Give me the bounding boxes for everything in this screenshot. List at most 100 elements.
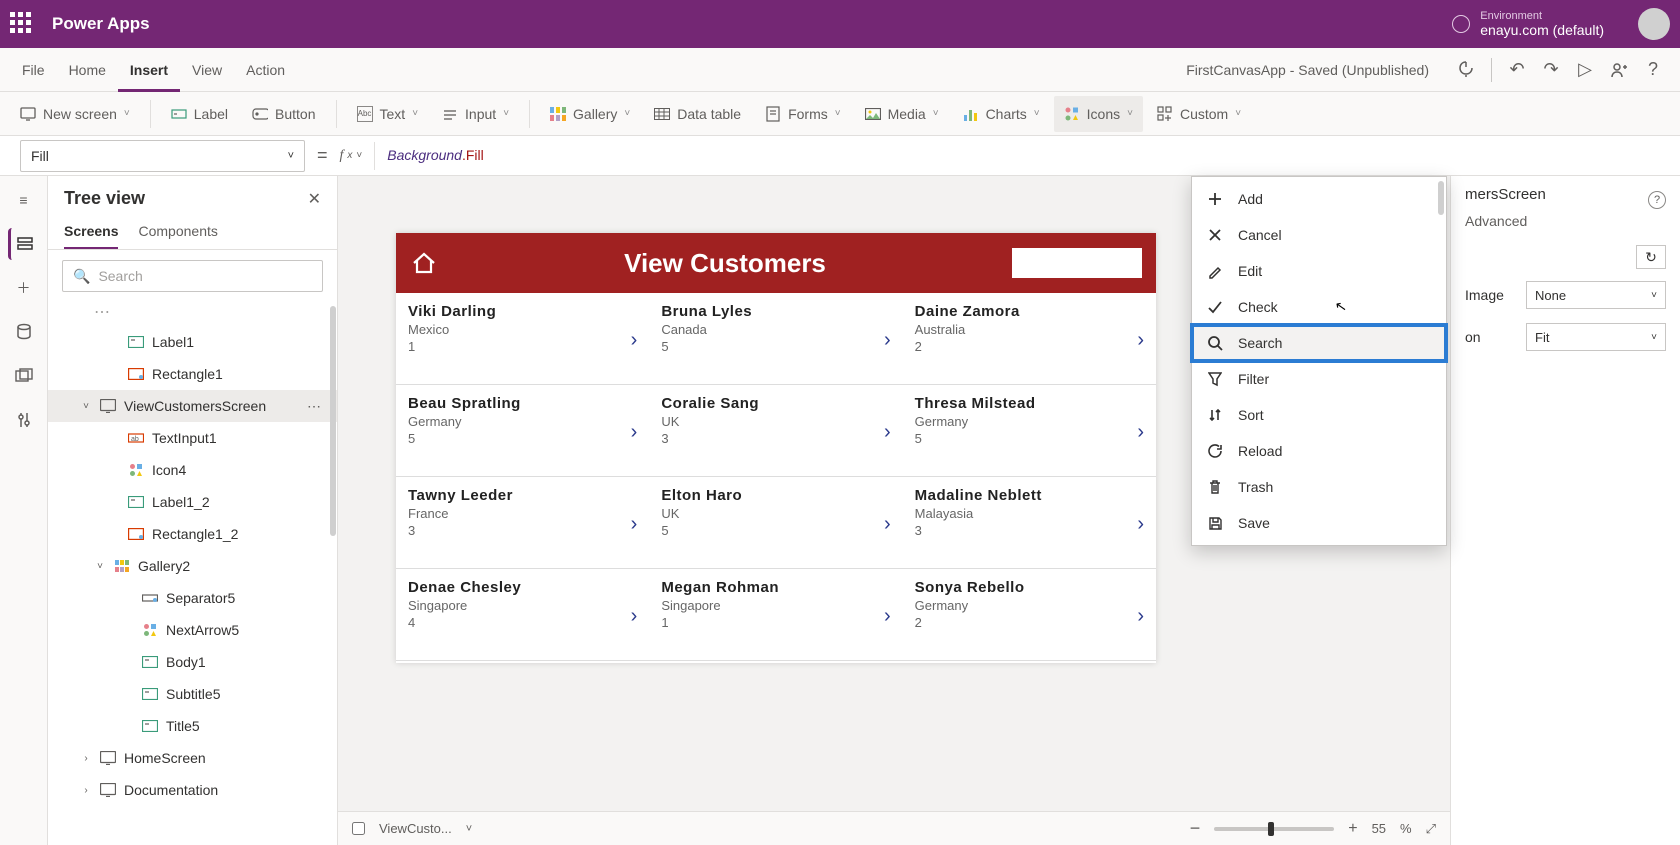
- customer-cell[interactable]: Viki Darling Mexico 1 ›: [396, 293, 649, 385]
- tree-node[interactable]: Body1: [48, 646, 337, 678]
- customer-cell[interactable]: Sonya Rebello Germany 2 ›: [903, 569, 1156, 661]
- menu-file[interactable]: File: [10, 48, 57, 92]
- tree-node[interactable]: ˅Gallery2: [48, 550, 337, 582]
- menu-action[interactable]: Action: [234, 48, 297, 92]
- chevron-right-icon[interactable]: ›: [884, 329, 891, 352]
- chevron-right-icon[interactable]: ›: [1137, 421, 1144, 444]
- chevron-right-icon[interactable]: ›: [631, 605, 638, 628]
- fx-icon[interactable]: fx ˅: [340, 148, 363, 164]
- fit-icon[interactable]: ⤢: [1426, 821, 1436, 837]
- chevron-right-icon[interactable]: ›: [884, 605, 891, 628]
- tree-node[interactable]: ˅ViewCustomersScreen⋯: [48, 390, 337, 422]
- tree-node[interactable]: Icon4: [48, 454, 337, 486]
- redo-icon[interactable]: ↷: [1534, 53, 1568, 87]
- formula-input[interactable]: Background.Fill: [387, 147, 484, 164]
- app-canvas[interactable]: View Customers Viki Darling Mexico 1 ›Br…: [396, 233, 1156, 663]
- customer-cell[interactable]: Thresa Milstead Germany 5 ›: [903, 385, 1156, 477]
- icons-button[interactable]: Icons˅: [1054, 96, 1143, 132]
- icon-menu-item-filter[interactable]: Filter: [1192, 361, 1446, 397]
- hamburger-icon[interactable]: ≡: [8, 184, 40, 216]
- charts-button[interactable]: Charts˅: [953, 96, 1050, 132]
- forms-button[interactable]: Forms˅: [755, 96, 851, 132]
- tree-node[interactable]: NextArrow5: [48, 614, 337, 646]
- environment-picker[interactable]: Environment enayu.com (default): [1480, 10, 1604, 38]
- menu-home[interactable]: Home: [57, 48, 118, 92]
- datatable-button[interactable]: Data table: [644, 96, 751, 132]
- data-rail-icon[interactable]: [8, 316, 40, 348]
- home-icon[interactable]: [410, 249, 438, 277]
- icon-menu-item-check[interactable]: Check: [1192, 289, 1446, 325]
- insert-rail-icon[interactable]: ＋: [8, 272, 40, 304]
- customer-cell[interactable]: Elton Haro UK 5 ›: [649, 477, 902, 569]
- tree-node[interactable]: Label1: [48, 326, 337, 358]
- prop-image-select[interactable]: None˅: [1526, 281, 1666, 309]
- tree-node[interactable]: Separator5: [48, 582, 337, 614]
- menu-insert[interactable]: Insert: [118, 48, 180, 92]
- label-button[interactable]: Label: [161, 96, 238, 132]
- text-button[interactable]: AbcText˅: [347, 96, 429, 132]
- dropdown-scrollbar[interactable]: [1438, 181, 1444, 215]
- media-rail-icon[interactable]: [8, 360, 40, 392]
- chevron-right-icon[interactable]: ›: [1137, 605, 1144, 628]
- new-screen-button[interactable]: New screen˅: [10, 96, 140, 132]
- breadcrumb-checkbox[interactable]: [352, 822, 365, 835]
- tree-scrollbar[interactable]: [330, 306, 336, 536]
- tree-node[interactable]: ›Documentation: [48, 774, 337, 806]
- help-icon[interactable]: ?: [1636, 53, 1670, 87]
- customer-cell[interactable]: Bruna Lyles Canada 5 ›: [649, 293, 902, 385]
- media-button[interactable]: Media˅: [855, 96, 949, 132]
- chevron-right-icon[interactable]: ›: [1137, 513, 1144, 536]
- icon-menu-item-save[interactable]: Save: [1192, 505, 1446, 541]
- prop-position-select[interactable]: Fit˅: [1526, 323, 1666, 351]
- custom-button[interactable]: Custom˅: [1147, 96, 1251, 132]
- tree-node[interactable]: Subtitle5: [48, 678, 337, 710]
- chevron-right-icon[interactable]: ›: [631, 421, 638, 444]
- tree-node[interactable]: ›HomeScreen: [48, 742, 337, 774]
- customer-cell[interactable]: Madaline Neblett Malayasia 3 ›: [903, 477, 1156, 569]
- icon-menu-item-trash[interactable]: Trash: [1192, 469, 1446, 505]
- tree-node[interactable]: Rectangle1_2: [48, 518, 337, 550]
- icon-menu-item-x[interactable]: Cancel: [1192, 217, 1446, 253]
- panel-help-icon[interactable]: ?: [1648, 191, 1666, 209]
- tree-node[interactable]: Title5: [48, 710, 337, 742]
- tab-advanced[interactable]: Advanced: [1465, 213, 1666, 229]
- icon-menu-item-plus[interactable]: Add: [1192, 181, 1446, 217]
- chevron-right-icon[interactable]: ›: [884, 513, 891, 536]
- icon-menu-item-search[interactable]: Search: [1192, 325, 1446, 361]
- play-icon[interactable]: ▷: [1568, 53, 1602, 87]
- tab-components[interactable]: Components: [138, 215, 217, 249]
- reset-property-icon[interactable]: ↻: [1636, 245, 1666, 269]
- undo-icon[interactable]: ↶: [1500, 53, 1534, 87]
- user-avatar[interactable]: [1638, 8, 1670, 40]
- icon-menu-item-pencil[interactable]: Edit: [1192, 253, 1446, 289]
- icon-menu-item-sort[interactable]: Sort: [1192, 397, 1446, 433]
- customer-cell[interactable]: Beau Spratling Germany 5 ›: [396, 385, 649, 477]
- button-button[interactable]: Button: [242, 96, 325, 132]
- input-button[interactable]: Input˅: [432, 96, 519, 132]
- share-icon[interactable]: [1602, 53, 1636, 87]
- icon-menu-item-reload[interactable]: Reload: [1192, 433, 1446, 469]
- app-checker-icon[interactable]: [1449, 53, 1483, 87]
- property-selector[interactable]: Fill ˅: [20, 140, 305, 172]
- customer-cell[interactable]: Denae Chesley Singapore 4 ›: [396, 569, 649, 661]
- chevron-right-icon[interactable]: ›: [631, 513, 638, 536]
- gallery-button[interactable]: Gallery˅: [540, 96, 640, 132]
- customer-cell[interactable]: Daine Zamora Australia 2 ›: [903, 293, 1156, 385]
- close-icon[interactable]: ✕: [308, 189, 321, 209]
- zoom-out-icon[interactable]: −: [1190, 818, 1201, 839]
- app-launcher-icon[interactable]: [10, 12, 34, 36]
- zoom-in-icon[interactable]: +: [1348, 820, 1357, 838]
- menu-view[interactable]: View: [180, 48, 234, 92]
- tree-node[interactable]: Label1_2: [48, 486, 337, 518]
- tree-node[interactable]: abTextInput1: [48, 422, 337, 454]
- tab-screens[interactable]: Screens: [64, 215, 118, 249]
- customer-cell[interactable]: Megan Rohman Singapore 1 ›: [649, 569, 902, 661]
- breadcrumb-label[interactable]: ViewCusto...: [379, 821, 452, 836]
- zoom-slider[interactable]: [1214, 827, 1334, 831]
- customer-cell[interactable]: Coralie Sang UK 3 ›: [649, 385, 902, 477]
- chevron-right-icon[interactable]: ›: [884, 421, 891, 444]
- app-search-input[interactable]: [1012, 248, 1142, 278]
- tree-search[interactable]: 🔍 Search: [62, 260, 323, 292]
- advanced-rail-icon[interactable]: [8, 404, 40, 436]
- chevron-right-icon[interactable]: ›: [631, 329, 638, 352]
